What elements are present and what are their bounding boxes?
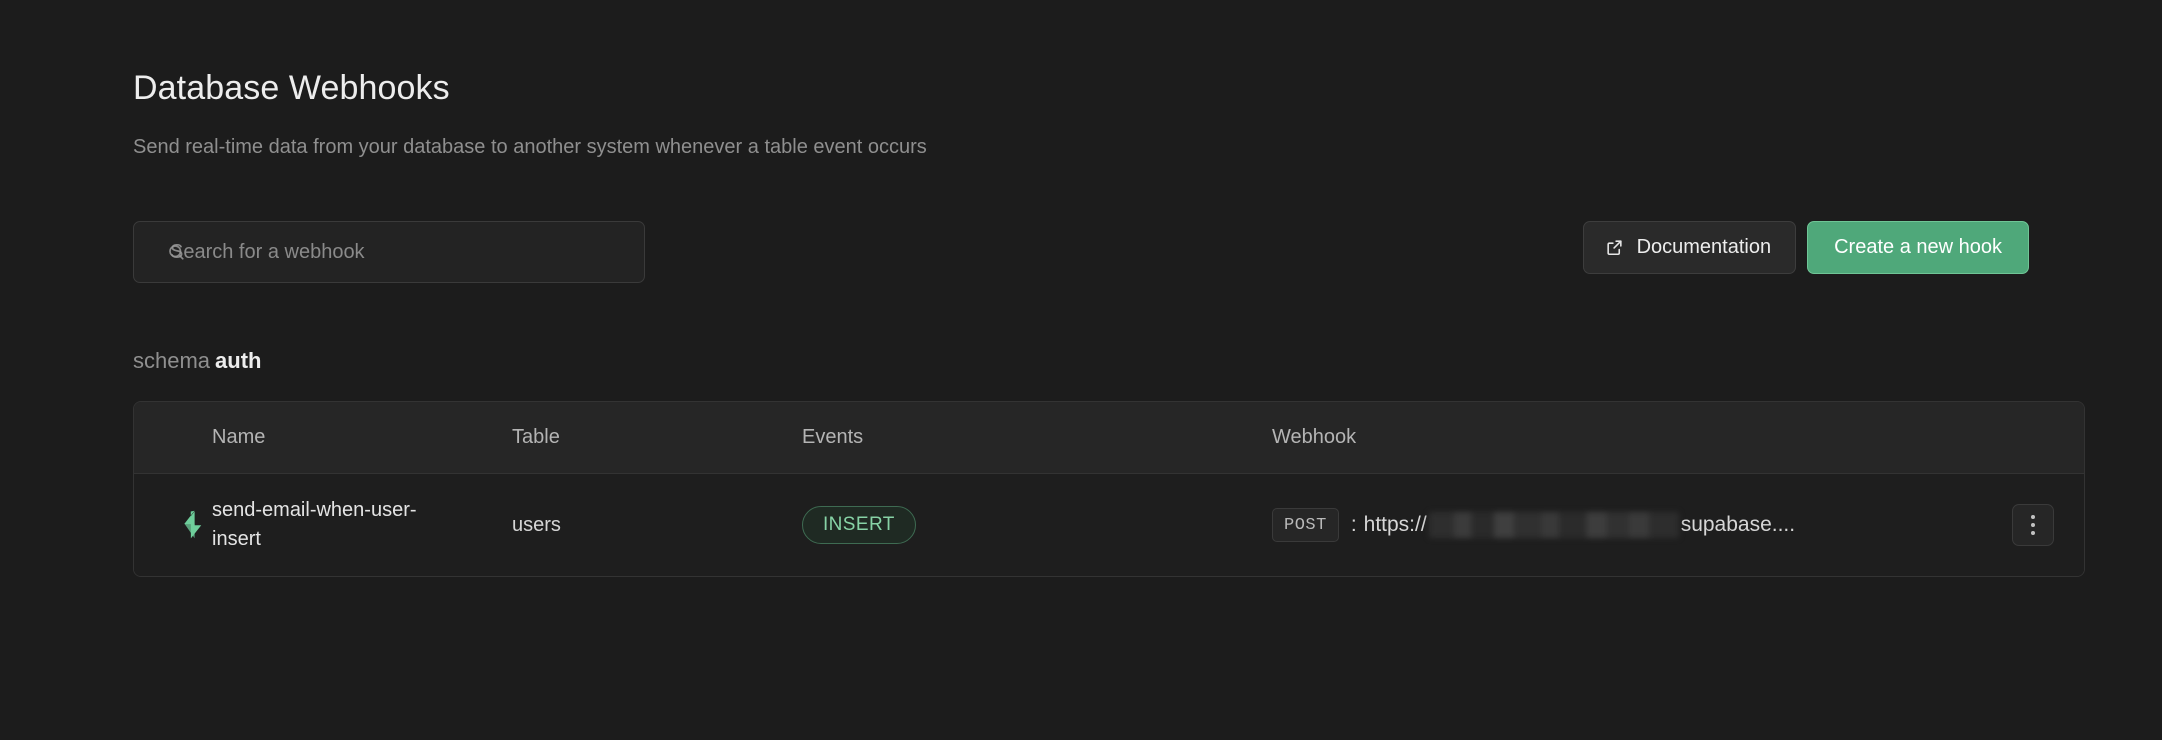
webhook-table-name: users [512, 513, 561, 536]
schema-label: schema auth [133, 348, 262, 374]
table-header-row: Name Table Events Webhook [134, 402, 2084, 474]
search-field-wrapper [133, 221, 645, 283]
table-row[interactable]: send-email-when-user-insert users INSERT… [134, 473, 2084, 577]
webhook-url-redacted-block [1428, 512, 1679, 538]
row-webhook-cell: POST : https:// supabase.... [1272, 474, 2084, 577]
row-more-options-button[interactable] [2012, 504, 2054, 546]
schema-name: auth [215, 348, 262, 373]
more-vertical-icon [2031, 515, 2035, 535]
page-title: Database Webhooks [133, 69, 450, 107]
external-link-icon [1606, 240, 1622, 256]
table-header-webhook: Webhook [1272, 402, 2084, 474]
webhook-url-separator: : [1350, 513, 1357, 536]
webhook-url-prefix: https:// [1363, 513, 1427, 536]
toolbar-actions: Documentation Create a new hook [1582, 221, 2029, 274]
row-events-cell: INSERT [802, 474, 1272, 577]
row-icon-cell [134, 474, 212, 577]
search-input[interactable] [133, 221, 645, 283]
table-header: Name Table Events Webhook [134, 402, 2084, 474]
webhook-url: : https:// supabase.... [1351, 512, 1795, 538]
documentation-button[interactable]: Documentation [1582, 221, 1797, 274]
row-name-cell: send-email-when-user-insert [212, 474, 512, 577]
page-subtitle: Send real-time data from your database t… [133, 136, 927, 158]
http-method-badge: POST [1272, 508, 1339, 542]
table-header-table: Table [512, 402, 802, 474]
create-new-hook-button[interactable]: Create a new hook [1807, 221, 2029, 274]
webhook-endpoint: POST : https:// supabase.... [1272, 504, 2084, 546]
table-header-name: Name [212, 402, 512, 474]
documentation-button-label: Documentation [1636, 236, 1772, 258]
database-webhooks-page: Database Webhooks Send real-time data fr… [0, 0, 2162, 740]
table-header-icon-spacer [134, 402, 212, 474]
schema-label-prefix: schema [133, 348, 211, 373]
event-badge-insert: INSERT [802, 506, 916, 544]
lightning-bolt-icon [184, 510, 202, 539]
row-table-cell: users [512, 474, 802, 577]
webhook-url-suffix: supabase.... [1680, 513, 1796, 536]
webhooks-table-card: Name Table Events Webhook send-email-whe… [133, 401, 2085, 577]
webhooks-table: Name Table Events Webhook send-email-whe… [134, 402, 2084, 576]
webhook-name: send-email-when-user-insert [212, 499, 417, 550]
table-header-events: Events [802, 402, 1272, 474]
toolbar: Documentation Create a new hook [133, 221, 2029, 283]
create-new-hook-label: Create a new hook [1834, 236, 2002, 258]
table-body: send-email-when-user-insert users INSERT… [134, 473, 2084, 577]
